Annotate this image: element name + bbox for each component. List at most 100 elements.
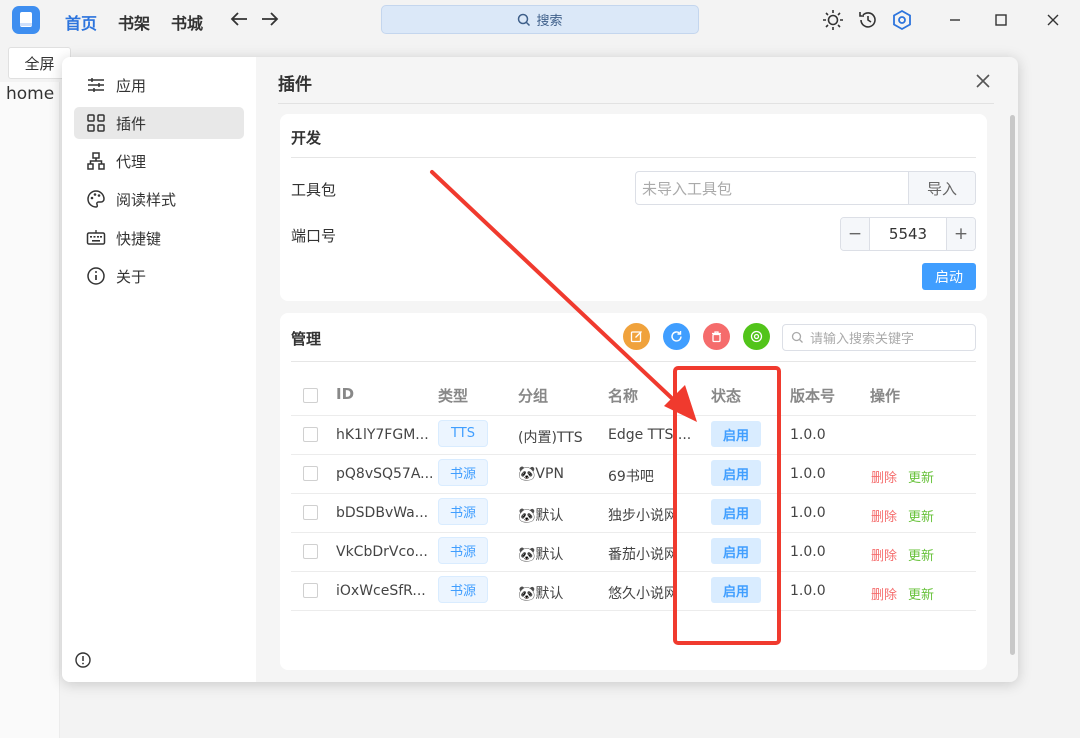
sidebar-item-plugins[interactable]: 插件 (74, 107, 244, 139)
row-checkbox[interactable] (303, 544, 318, 559)
row-group: (内置)TTS (518, 430, 583, 446)
edit-plugin-button[interactable] (623, 323, 650, 350)
row-status-tag[interactable]: 启用 (711, 538, 761, 564)
theme-sun-icon[interactable] (822, 9, 844, 31)
select-all-checkbox[interactable] (303, 388, 318, 403)
manage-card-title: 管理 (291, 330, 322, 348)
keyboard-icon (86, 228, 106, 248)
row-delete-link[interactable]: 删除 (871, 506, 897, 525)
row-type-tag: 书源 (438, 537, 488, 564)
column-header-version: 版本号 (790, 387, 836, 405)
row-id: pQ8vSQ57A... (336, 466, 434, 482)
row-id: iOxWceSfR... (336, 583, 426, 599)
toolkit-input[interactable]: 未导入工具包 (636, 172, 908, 204)
row-status-tag[interactable]: 启用 (711, 499, 761, 525)
port-input[interactable]: 5543 (869, 218, 947, 250)
nav-home[interactable]: 首页 (65, 10, 97, 34)
search-icon (517, 13, 531, 27)
row-id: bDSDBvWa... (336, 505, 429, 521)
row-checkbox[interactable] (303, 505, 318, 520)
sidebar-item-about[interactable]: 关于 (74, 260, 244, 292)
row-group: 🐼默认 (518, 547, 564, 563)
home-text: home (6, 84, 55, 104)
global-search-box[interactable]: 搜索 (381, 5, 699, 34)
sidebar-item-shortcuts[interactable]: 快捷键 (74, 222, 244, 254)
row-version: 1.0.0 (790, 583, 826, 599)
start-button[interactable]: 启动 (922, 263, 976, 290)
row-name: 独步小说网 (608, 508, 678, 524)
settings-dialog: 应用 插件 代理 阅读样式 快捷键 关于 插件 开发 工具包 未导入工具包 导入… (62, 57, 1018, 682)
port-increment-button[interactable]: + (947, 218, 975, 250)
row-checkbox[interactable] (303, 583, 318, 598)
sidebar-item-reading-style[interactable]: 阅读样式 (74, 183, 244, 215)
refresh-plugins-button[interactable] (663, 323, 690, 350)
table-header-divider (291, 415, 976, 416)
row-update-link[interactable]: 更新 (908, 506, 934, 525)
row-version: 1.0.0 (790, 544, 826, 560)
dialog-scrollbar[interactable] (1010, 115, 1015, 655)
row-update-link[interactable]: 更新 (908, 467, 934, 486)
column-header-name: 名称 (608, 387, 639, 405)
row-version: 1.0.0 (790, 427, 826, 443)
sidebar-item-label: 关于 (116, 267, 147, 286)
row-checkbox[interactable] (303, 427, 318, 442)
toolkit-label: 工具包 (291, 181, 337, 199)
info-small-icon[interactable] (74, 651, 92, 669)
nav-bookstore[interactable]: 书城 (171, 10, 203, 34)
back-arrow-icon[interactable] (228, 8, 250, 30)
row-id: VkCbDrVco... (336, 544, 428, 560)
nav-bookshelf[interactable]: 书架 (118, 10, 150, 34)
row-update-link[interactable]: 更新 (908, 584, 934, 603)
row-type-tag: TTS (438, 420, 488, 447)
dev-card: 开发 工具包 未导入工具包 导入 端口号 − 5543 + 启动 (280, 114, 987, 301)
column-header-type: 类型 (438, 387, 469, 405)
row-type-tag: 书源 (438, 576, 488, 603)
sidebar-item-label: 阅读样式 (116, 190, 177, 209)
settings-sidebar: 应用 插件 代理 阅读样式 快捷键 关于 (62, 57, 256, 682)
settings-hex-icon[interactable] (891, 9, 913, 31)
row-divider (291, 493, 976, 494)
row-id: hK1lY7FGM... (336, 427, 429, 443)
row-delete-link[interactable]: 删除 (871, 467, 897, 486)
history-icon[interactable] (857, 9, 879, 31)
row-divider (291, 532, 976, 533)
delete-plugins-button[interactable] (703, 323, 730, 350)
row-delete-link[interactable]: 删除 (871, 584, 897, 603)
forward-arrow-icon[interactable] (259, 8, 281, 30)
title-divider (278, 103, 994, 104)
row-version: 1.0.0 (790, 466, 826, 482)
row-type-tag: 书源 (438, 498, 488, 525)
sidebar-item-app[interactable]: 应用 (74, 69, 244, 101)
row-status-tag[interactable]: 启用 (711, 460, 761, 486)
column-header-status: 状态 (711, 387, 742, 405)
row-update-link[interactable]: 更新 (908, 545, 934, 564)
row-divider (291, 571, 976, 572)
manage-card-divider (291, 361, 976, 362)
palette-icon (86, 189, 106, 209)
close-window-icon[interactable] (1042, 9, 1064, 31)
maximize-icon[interactable] (990, 9, 1012, 31)
row-name: 悠久小说网 (608, 586, 678, 602)
plugin-search-input[interactable]: 请输入搜索关键字 (782, 324, 976, 351)
page-title: 插件 (278, 75, 312, 95)
close-dialog-icon[interactable] (973, 71, 993, 91)
row-type-tag: 书源 (438, 459, 488, 486)
refresh-icon (670, 330, 683, 343)
row-divider (291, 454, 976, 455)
minimize-icon[interactable] (944, 9, 966, 31)
plugin-store-button[interactable] (743, 323, 770, 350)
toolkit-input-group: 未导入工具包 导入 (635, 171, 976, 205)
row-group: 🐼默认 (518, 586, 564, 602)
search-placeholder: 请输入搜索关键字 (810, 332, 915, 347)
row-checkbox[interactable] (303, 466, 318, 481)
import-button[interactable]: 导入 (908, 172, 975, 204)
sidebar-item-label: 快捷键 (116, 229, 162, 248)
row-status-tag[interactable]: 启用 (711, 421, 761, 447)
row-delete-link[interactable]: 删除 (871, 545, 897, 564)
app-logo-icon[interactable] (12, 6, 40, 34)
sidebar-item-proxy[interactable]: 代理 (74, 145, 244, 177)
row-status-tag[interactable]: 启用 (711, 577, 761, 603)
edit-icon (630, 330, 643, 343)
port-decrement-button[interactable]: − (841, 218, 869, 250)
sliders-icon (86, 75, 106, 95)
